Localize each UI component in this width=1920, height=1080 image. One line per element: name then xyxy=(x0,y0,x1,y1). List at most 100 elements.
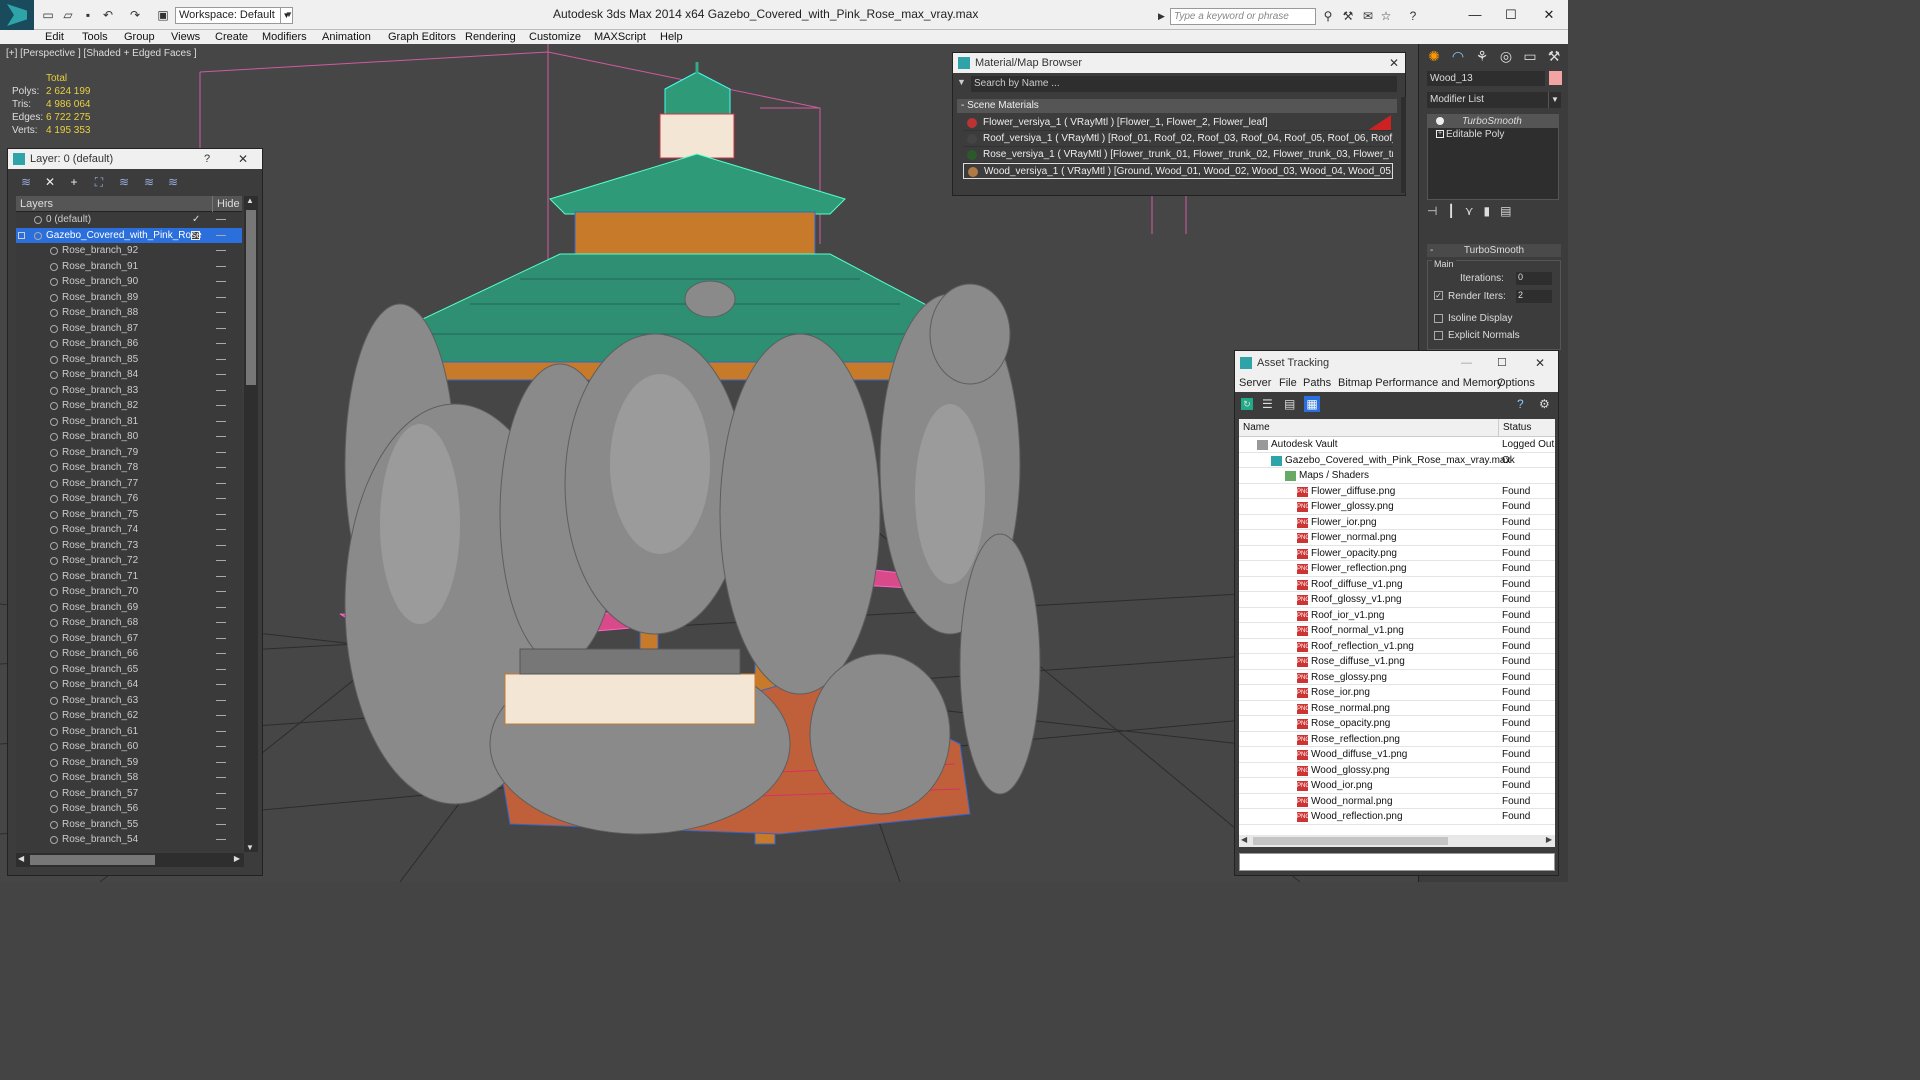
scroll-left-icon[interactable]: ◀ xyxy=(18,854,24,863)
asset-row[interactable]: PNG Wood_normal.png Found xyxy=(1239,794,1555,809)
active-layer-check-icon[interactable]: ✓ xyxy=(192,212,200,228)
layer-row[interactable]: Rose_branch_85 xyxy=(16,352,242,368)
layer-row[interactable]: Rose_branch_64 xyxy=(16,677,242,693)
menu-file[interactable]: File xyxy=(1279,377,1297,389)
asset-row[interactable]: PNG Rose_normal.png Found xyxy=(1239,701,1555,716)
hide-toggle[interactable] xyxy=(216,327,226,329)
hide-toggle[interactable] xyxy=(216,250,226,251)
layer-row[interactable]: Rose_branch_72 xyxy=(16,553,242,569)
favorites-star-icon[interactable]: ☆ xyxy=(1378,8,1394,24)
menu-maxscript[interactable]: MAXScript xyxy=(594,30,646,44)
layer-row[interactable]: Rose_branch_57 xyxy=(16,786,242,802)
show-end-result-icon[interactable]: ┃ xyxy=(1447,204,1454,224)
layer-row[interactable]: Rose_branch_83 xyxy=(16,383,242,399)
hide-toggle[interactable] xyxy=(216,436,226,437)
material-scrollbar[interactable] xyxy=(1401,97,1406,193)
hide-toggle[interactable] xyxy=(216,777,226,778)
hide-toggle[interactable] xyxy=(216,544,226,546)
undo-icon[interactable]: ↶ xyxy=(100,7,116,23)
iterations-spinner[interactable]: 0 xyxy=(1516,272,1552,285)
hide-toggle[interactable] xyxy=(216,389,226,391)
material-item[interactable]: Roof_versiya_1 ( VRayMtl ) [Roof_01, Roo… xyxy=(963,131,1393,147)
hide-toggle[interactable] xyxy=(216,560,226,561)
render-iters-spinner[interactable]: 2 xyxy=(1516,290,1552,303)
display-tab-icon[interactable]: ▭ xyxy=(1521,48,1539,66)
app-logo-icon[interactable] xyxy=(0,0,34,30)
layer-row[interactable]: Rose_branch_59 xyxy=(16,755,242,771)
hide-toggle[interactable] xyxy=(216,746,226,747)
scroll-left-icon[interactable]: ◀ xyxy=(1241,835,1247,844)
hide-toggle[interactable] xyxy=(216,792,226,794)
help-icon[interactable]: ? xyxy=(204,149,210,169)
hide-toggle[interactable] xyxy=(216,839,226,840)
hide-toggle[interactable] xyxy=(216,730,226,732)
layer-row[interactable]: Rose_branch_71 xyxy=(16,569,242,585)
layer-row[interactable]: Rose_branch_69 xyxy=(16,600,242,616)
asset-row[interactable]: PNG Wood_ior.png Found xyxy=(1239,778,1555,794)
expand-icon[interactable] xyxy=(18,231,25,239)
hide-toggle[interactable] xyxy=(216,637,226,639)
layer-row[interactable]: Rose_branch_55 xyxy=(16,817,242,833)
hide-toggle[interactable] xyxy=(216,684,226,685)
scroll-thumb[interactable] xyxy=(1253,837,1448,845)
hide-toggle[interactable] xyxy=(216,653,226,654)
asset-row[interactable]: PNG Rose_ior.png Found xyxy=(1239,685,1555,701)
layer-row[interactable]: Rose_branch_77 xyxy=(16,476,242,492)
hide-toggle[interactable] xyxy=(216,529,226,530)
create-tab-icon[interactable]: ✺ xyxy=(1425,48,1443,66)
refresh-icon[interactable]: ↻ xyxy=(1241,398,1253,410)
remove-modifier-icon[interactable]: ▮ xyxy=(1483,204,1490,224)
asset-row[interactable]: PNG Roof_normal_v1.png Found xyxy=(1239,623,1555,639)
minimize-button[interactable]: — xyxy=(1460,5,1490,25)
layer-row[interactable]: Rose_branch_80 xyxy=(16,429,242,445)
add-to-layer-icon[interactable]: + xyxy=(66,174,82,190)
render-iters-checkbox[interactable]: ✓ xyxy=(1434,291,1443,300)
layer-row[interactable]: Rose_branch_56 xyxy=(16,801,242,817)
viewport-label[interactable]: [+] [Perspective ] [Shaded + Edged Faces… xyxy=(6,48,197,59)
layer-row[interactable]: Rose_branch_61 xyxy=(16,724,242,740)
hide-toggle[interactable] xyxy=(216,715,226,716)
menu-modifiers[interactable]: Modifiers xyxy=(262,30,307,44)
hide-toggle[interactable] xyxy=(216,498,226,499)
layer-row[interactable]: Rose_branch_84 xyxy=(16,367,242,383)
hide-toggle[interactable] xyxy=(216,575,226,577)
menu-bitmap-performance[interactable]: Bitmap Performance and Memory xyxy=(1338,377,1502,389)
redo-icon[interactable]: ↷ xyxy=(127,7,143,23)
scroll-thumb[interactable] xyxy=(30,855,155,865)
hide-toggle[interactable] xyxy=(216,265,226,267)
new-file-icon[interactable]: ▭ xyxy=(40,7,56,23)
stack-item-turbosmooth[interactable]: TurboSmooth xyxy=(1428,115,1558,128)
configure-sets-icon[interactable]: ▤ xyxy=(1500,204,1511,224)
layer-row[interactable]: ✓ 0 (default) xyxy=(16,212,242,228)
turbosmooth-rollout-header[interactable]: - TurboSmooth xyxy=(1427,244,1561,257)
list-view-icon[interactable]: ☰ xyxy=(1262,397,1273,411)
make-unique-icon[interactable]: ⋎ xyxy=(1465,204,1474,224)
hide-toggle[interactable] xyxy=(216,591,226,592)
close-button[interactable]: ✕ xyxy=(1535,351,1545,375)
hide-toggle[interactable] xyxy=(216,234,226,236)
settings-icon[interactable]: ⚙ xyxy=(1539,397,1550,411)
material-item[interactable]: Flower_versiya_1 ( VRayMtl ) [Flower_1, … xyxy=(963,115,1393,131)
layer-row[interactable]: Rose_branch_73 xyxy=(16,538,242,554)
asset-row[interactable]: Gazebo_Covered_with_Pink_Rose_max_vray.m… xyxy=(1239,453,1555,468)
hide-toggle[interactable] xyxy=(216,513,226,515)
asset-path-field[interactable] xyxy=(1239,853,1555,871)
menu-customize[interactable]: Customize xyxy=(529,30,581,44)
material-item[interactable]: Rose_versiya_1 ( VRayMtl ) [Flower_trunk… xyxy=(963,147,1393,163)
maximize-button[interactable]: ☐ xyxy=(1496,5,1526,25)
help-icon[interactable]: ? xyxy=(1405,8,1421,24)
asset-tracking-title[interactable]: Asset Tracking — ☐ ✕ xyxy=(1235,351,1558,375)
hide-toggle[interactable] xyxy=(216,699,226,701)
stack-item-editable-poly[interactable]: + Editable Poly xyxy=(1428,128,1558,141)
hide-toggle[interactable] xyxy=(216,761,226,763)
asset-row[interactable]: PNG Flower_diffuse.png Found xyxy=(1239,484,1555,499)
asset-row[interactable]: PNG Roof_glossy_v1.png Found xyxy=(1239,592,1555,608)
hide-all-icon[interactable]: ≋ xyxy=(141,174,157,190)
col-status[interactable]: Status xyxy=(1498,419,1531,437)
hide-toggle[interactable] xyxy=(216,343,226,344)
highlight-layer-icon[interactable]: ≋ xyxy=(116,174,132,190)
modifier-list-dropdown[interactable]: Modifier List ▼ xyxy=(1427,92,1561,108)
project-folder-icon[interactable]: ▣ xyxy=(155,7,171,23)
search-by-name-input[interactable]: Search by Name ... xyxy=(971,76,1397,92)
hide-toggle[interactable] xyxy=(216,823,226,825)
